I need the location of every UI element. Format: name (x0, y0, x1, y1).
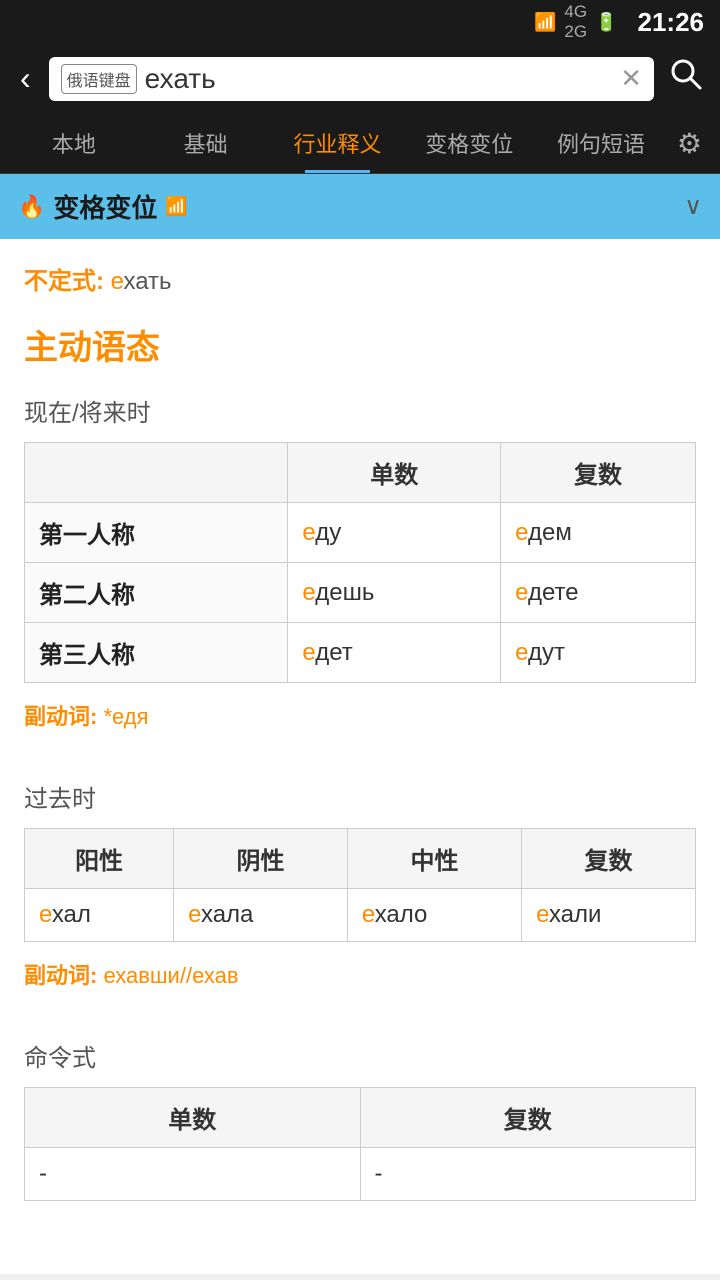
clear-button[interactable]: ✕ (620, 63, 642, 94)
status-bar: 📶 4G2G 🔋 21:26 (0, 0, 720, 44)
col-neut: 中性 (347, 829, 521, 889)
past-table: 阳性 阴性 中性 复数 ехал ехала ехало ехали (24, 828, 696, 942)
cmd-col-plural: 复数 (360, 1088, 696, 1148)
col-fem: 阴性 (174, 829, 348, 889)
col-header-empty (25, 443, 288, 503)
person-1: 第一人称 (25, 503, 288, 563)
fire-icon: 🔥 (18, 194, 45, 220)
section-title: 🔥 变格变位 📶 (18, 188, 188, 225)
sing-2: едешь (288, 563, 501, 623)
table-row: ехал ехала ехало ехали (25, 889, 696, 942)
plur-3: едут (501, 623, 696, 683)
wifi-small-icon: 📶 (165, 196, 187, 217)
search-text[interactable]: ехать (145, 63, 613, 95)
infinitive-label: 不定式: (24, 268, 104, 295)
present-future-label: 现在/将来时 (24, 393, 696, 428)
section-header[interactable]: 🔥 变格变位 📶 ∨ (0, 174, 720, 239)
status-time: 21:26 (638, 7, 705, 38)
past-plur: ехали (522, 889, 696, 942)
person-2: 第二人称 (25, 563, 288, 623)
wifi-icon: 📶 (534, 12, 556, 33)
sing-1: еду (288, 503, 501, 563)
col-plur: 复数 (522, 829, 696, 889)
imperative-label: 命令式 (24, 1038, 696, 1073)
settings-button[interactable]: ⚙ (667, 115, 712, 172)
past-participle-label: 副动词: (24, 963, 97, 988)
tab-basic[interactable]: 基础 (140, 113, 272, 173)
table-row: 第二人称 едешь едете (25, 563, 696, 623)
past-tense-label: 过去时 (24, 779, 696, 814)
tab-conjugation[interactable]: 变格变位 (403, 113, 535, 173)
cmd-col-singular: 单数 (25, 1088, 361, 1148)
main-content: 🔥 变格变位 📶 ∨ 不定式: ехать 主动语态 现在/将来时 单数 复数 (0, 174, 720, 1274)
table-row: - - (25, 1148, 696, 1201)
keyboard-badge: 俄语键盘 (61, 64, 137, 94)
section-title-text: 变格变位 (53, 188, 157, 225)
tab-industry[interactable]: 行业释义 (272, 113, 404, 173)
tab-local[interactable]: 本地 (8, 113, 140, 173)
table-row: 第三人称 едет едут (25, 623, 696, 683)
present-participle-line: 副动词: *едя (24, 699, 696, 731)
cmd-singular: - (25, 1148, 361, 1201)
infinitive-suffix: хать (124, 268, 172, 295)
search-bar[interactable]: 俄语键盘 ехать ✕ (49, 57, 654, 101)
past-participle-line: 副动词: ехавши//ехав (24, 958, 696, 990)
past-fem: ехала (174, 889, 348, 942)
tab-examples[interactable]: 例句短语 (535, 113, 667, 173)
back-button[interactable]: ‹ (12, 56, 39, 101)
past-participle-value: ехавши//ехав (103, 963, 238, 988)
plur-2: едете (501, 563, 696, 623)
col-header-singular: 单数 (288, 443, 501, 503)
past-masc: ехал (25, 889, 174, 942)
navigation-tabs: 本地 基础 行业释义 变格变位 例句短语 ⚙ (0, 113, 720, 174)
imperative-table: 单数 复数 - - (24, 1087, 696, 1201)
status-icons: 📶 4G2G 🔋 21:26 (534, 2, 704, 42)
person-3: 第三人称 (25, 623, 288, 683)
infinitive-line: 不定式: ехать (24, 261, 696, 296)
battery-icon: 🔋 (595, 12, 617, 33)
chevron-down-icon[interactable]: ∨ (684, 192, 702, 221)
header: ‹ 俄语键盘 ехать ✕ (0, 44, 720, 113)
col-header-plural: 复数 (501, 443, 696, 503)
present-participle-value: *едя (103, 704, 148, 729)
plur-1: едем (501, 503, 696, 563)
present-participle-label: 副动词: (24, 704, 97, 729)
network-indicator: 4G2G (564, 2, 587, 42)
voice-heading: 主动语态 (24, 320, 696, 369)
cmd-plural: - (360, 1148, 696, 1201)
col-masc: 阳性 (25, 829, 174, 889)
table-row: 第一人称 еду едем (25, 503, 696, 563)
infinitive-prefix: е (111, 268, 124, 295)
content-body: 不定式: ехать 主动语态 现在/将来时 单数 复数 第一人称 еду ед… (0, 241, 720, 1237)
sing-3: едет (288, 623, 501, 683)
past-neut: ехало (347, 889, 521, 942)
search-button[interactable] (664, 52, 708, 105)
present-future-table: 单数 复数 第一人称 еду едем 第二人称 едешь едете 第三人… (24, 442, 696, 683)
